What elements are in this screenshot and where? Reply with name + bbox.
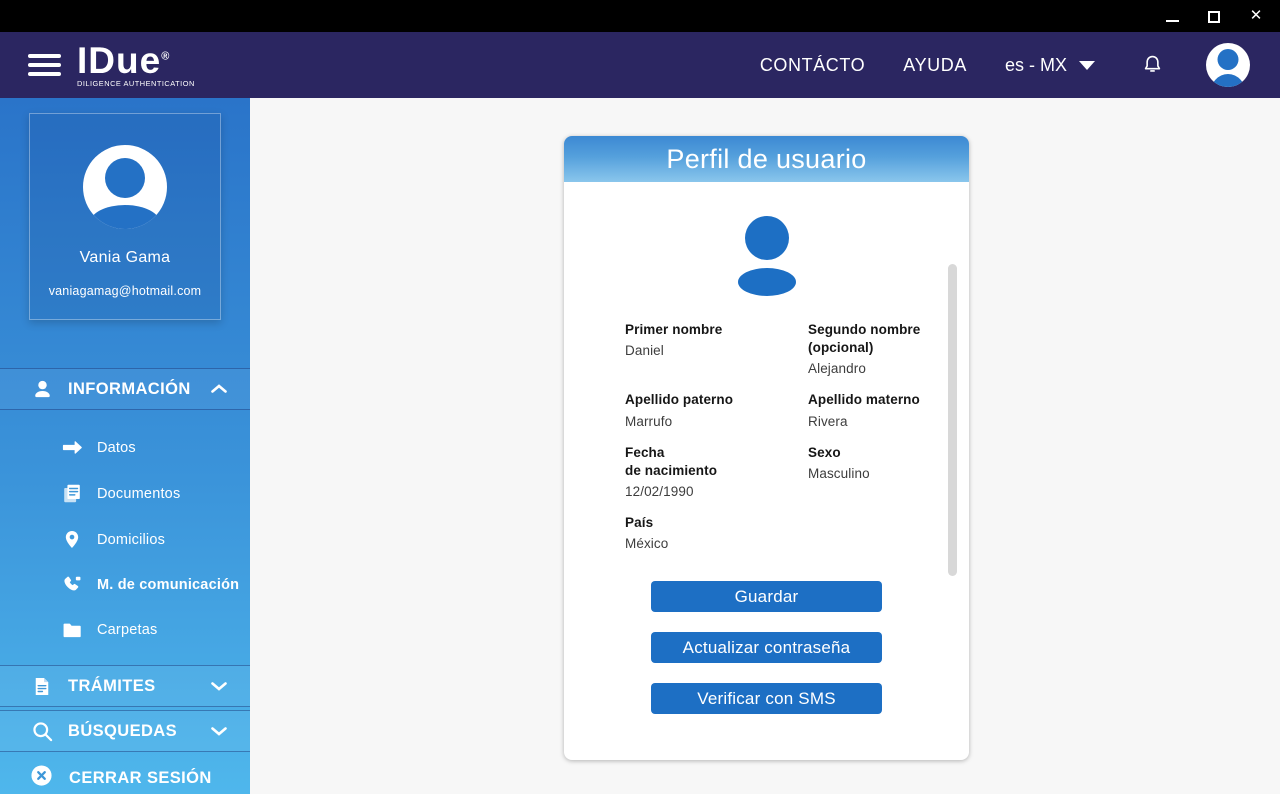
field-primer-nombre: Primer nombre Daniel <box>625 321 808 376</box>
search-icon <box>30 720 54 743</box>
user-avatar-icon[interactable] <box>1206 43 1250 87</box>
sidebar-item-m-de-comunicacion[interactable]: M. de comunicación <box>60 574 250 596</box>
documents-icon <box>60 482 84 505</box>
card-body: Primer nombre Daniel Segundo nombre (opc… <box>564 182 969 760</box>
sidebar-item-label: Domicilios <box>97 532 165 548</box>
field-apellido-paterno: Apellido paterno Marrufo <box>625 391 808 428</box>
logo-title: IDue® <box>77 42 195 79</box>
chevron-down-icon <box>1079 61 1095 70</box>
language-selector[interactable]: es - MX <box>1005 55 1095 76</box>
sidebar-item-cerrar-sesion[interactable]: CERRAR SESIÓN <box>0 756 250 794</box>
field-value: Marrufo <box>625 414 808 429</box>
sidebar-section-tramites[interactable]: TRÁMITES <box>0 665 250 707</box>
user-avatar-icon <box>564 216 969 296</box>
sidebar-item-carpetas[interactable]: Carpetas <box>60 619 250 641</box>
sidebar-profile-card: Vania Gama vaniagamag@hotmail.com <box>29 113 221 320</box>
sidebar-section-label: TRÁMITES <box>68 677 210 696</box>
field-label: Primer nombre <box>625 321 808 339</box>
minimize-icon[interactable] <box>1164 8 1180 24</box>
menu-icon[interactable] <box>28 54 61 76</box>
field-label: Apellido paterno <box>625 391 808 409</box>
sidebar-item-label: Carpetas <box>97 622 157 638</box>
field-fecha-nacimiento: Fecha de nacimiento 12/02/1990 <box>625 444 808 499</box>
folder-icon <box>60 619 84 641</box>
user-avatar-icon <box>83 145 167 229</box>
window-controls: ✕ <box>1164 8 1264 24</box>
language-label: es - MX <box>1005 55 1067 76</box>
sidebar-item-domicilios[interactable]: Domicilios <box>60 528 250 551</box>
logo-subtitle: DILIGENCE AUTHENTICATION <box>77 80 195 87</box>
card-actions: Guardar Actualizar contraseña Verificar … <box>564 581 969 714</box>
close-circle-icon <box>30 764 53 792</box>
maximize-icon[interactable] <box>1206 8 1222 24</box>
sidebar-section-label: BÚSQUEDAS <box>68 722 210 741</box>
profile-card: Perfil de usuario Primer nombre Daniel S… <box>564 136 969 760</box>
field-value: 12/02/1990 <box>625 484 808 499</box>
main-content: Perfil de usuario Primer nombre Daniel S… <box>250 98 1280 794</box>
field-label: Fecha de nacimiento <box>625 444 808 480</box>
field-value: México <box>625 536 808 551</box>
sidebar-item-label: Documentos <box>97 486 180 502</box>
titlebar: ✕ <box>0 0 1280 32</box>
profile-form: Primer nombre Daniel Segundo nombre (opc… <box>625 321 969 551</box>
app-logo: IDue® DILIGENCE AUTHENTICATION <box>77 42 195 87</box>
sidebar-item-label: M. de comunicación <box>97 577 239 593</box>
bell-icon[interactable] <box>1141 53 1164 77</box>
field-pais: País México <box>625 514 808 551</box>
verificar-sms-button[interactable]: Verificar con SMS <box>651 683 882 714</box>
sidebar: Vania Gama vaniagamag@hotmail.com INFORM… <box>0 98 250 794</box>
sidebar-info-submenu: Datos Documentos Dom <box>0 410 250 665</box>
sidebar-item-label: Datos <box>97 440 136 456</box>
map-pin-icon <box>60 528 84 551</box>
nav-help-link[interactable]: AYUDA <box>903 55 967 76</box>
field-value: Daniel <box>625 343 808 358</box>
profile-email: vaniagamag@hotmail.com <box>49 284 202 298</box>
sidebar-section-label: INFORMACIÓN <box>68 380 210 399</box>
sidebar-section-informacion[interactable]: INFORMACIÓN <box>0 368 250 410</box>
close-icon[interactable]: ✕ <box>1248 8 1264 24</box>
file-icon <box>30 675 54 698</box>
chevron-down-icon <box>210 680 228 692</box>
page-title: Perfil de usuario <box>666 144 866 175</box>
nav-contact-link[interactable]: CONTÁCTO <box>760 55 865 76</box>
guardar-button[interactable]: Guardar <box>651 581 882 612</box>
card-scrollbar[interactable] <box>948 264 957 576</box>
sidebar-item-label: CERRAR SESIÓN <box>69 769 212 788</box>
registered-mark: ® <box>161 51 170 63</box>
field-label: País <box>625 514 808 532</box>
actualizar-contrasena-button[interactable]: Actualizar contraseña <box>651 632 882 663</box>
app-header: IDue® DILIGENCE AUTHENTICATION CONTÁCTO … <box>0 32 1280 98</box>
sidebar-section-busquedas[interactable]: BÚSQUEDAS <box>0 710 250 752</box>
phone-icon <box>60 574 84 596</box>
person-icon <box>30 378 54 401</box>
card-header: Perfil de usuario <box>564 136 969 182</box>
chevron-up-icon <box>210 383 228 395</box>
profile-name: Vania Gama <box>80 249 171 267</box>
sidebar-item-documentos[interactable]: Documentos <box>60 482 250 505</box>
chevron-down-icon <box>210 725 228 737</box>
sidebar-item-datos[interactable]: Datos <box>60 436 250 459</box>
arrow-right-icon <box>60 436 84 459</box>
